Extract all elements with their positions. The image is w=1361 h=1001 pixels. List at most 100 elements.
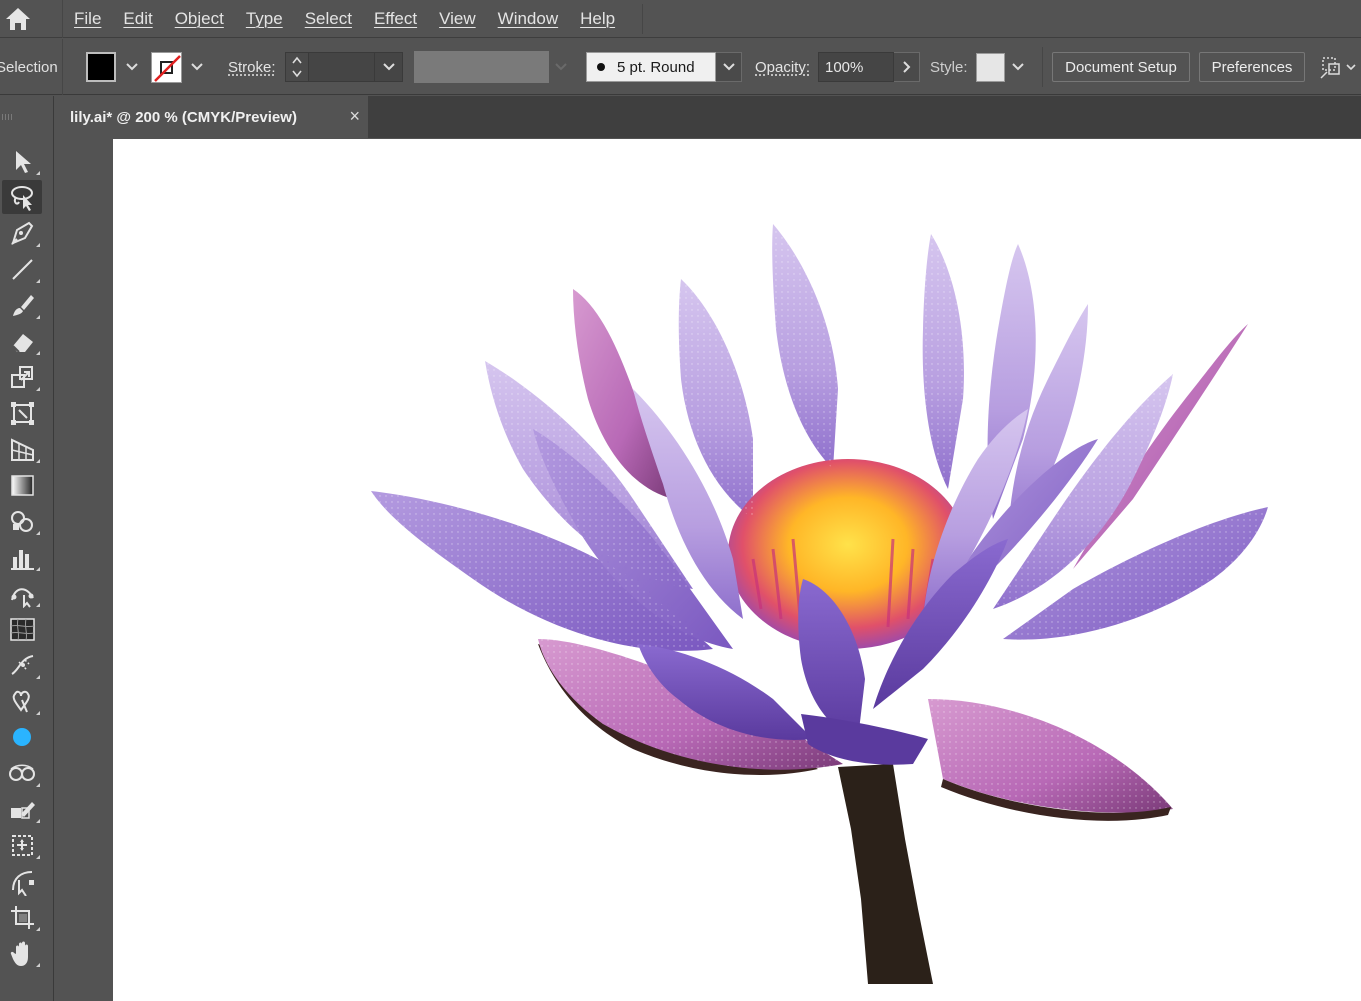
tool-flyout-indicator: [36, 855, 40, 859]
curvature-tool-button[interactable]: [2, 576, 42, 610]
width-tool-button[interactable]: [2, 648, 42, 682]
control-bar: Selection Stroke: 5 pt. Round Opacity: 1…: [0, 39, 1361, 95]
menu-window[interactable]: Window: [487, 0, 569, 38]
mesh-tool-button[interactable]: [2, 612, 42, 646]
style-control: [976, 39, 1031, 95]
column-graph-tool-icon: [11, 550, 34, 570]
pen-tool-button[interactable]: [2, 216, 42, 250]
perspective-grid-tool-icon: [11, 438, 34, 461]
menu-bar: File Edit Object Type Select Effect View…: [0, 0, 1361, 38]
stroke-weight-field[interactable]: [309, 52, 375, 82]
tool-flyout-indicator: [36, 603, 40, 607]
width-tool-icon: [11, 655, 34, 675]
brush-label: 5 pt. Round: [617, 58, 695, 76]
free-transform-tool-icon: [11, 402, 34, 425]
color-circle-icon: [13, 728, 31, 746]
opacity-label[interactable]: Opacity:: [755, 39, 810, 95]
stroke-weight-chevron-down-icon[interactable]: [375, 52, 403, 82]
style-chevron-down-icon[interactable]: [1005, 52, 1031, 82]
selection-mode-text: Selection: [0, 58, 58, 76]
opacity-field[interactable]: 100%: [818, 52, 894, 82]
preferences-button[interactable]: Preferences: [1199, 52, 1305, 82]
brush-definition: 5 pt. Round: [586, 39, 742, 95]
home-icon[interactable]: [0, 0, 36, 38]
free-transform-tool-button[interactable]: [2, 396, 42, 430]
stroke-weight-control: [285, 39, 403, 95]
close-icon[interactable]: ×: [349, 106, 360, 127]
tool-flyout-indicator: [36, 711, 40, 715]
fill-dropdown-chevron-down-icon[interactable]: [120, 52, 144, 82]
width-profile-chevron-down-icon: [549, 51, 573, 83]
artboard-tool-button[interactable]: [2, 828, 42, 862]
hand-tool-button[interactable]: [2, 936, 42, 970]
document-setup-button[interactable]: Document Setup: [1052, 52, 1190, 82]
menu-items: File Edit Object Type Select Effect View…: [62, 0, 626, 38]
water-lily-artwork[interactable]: [113, 139, 1361, 1001]
paintbrush-tool-icon: [13, 295, 34, 316]
lasso-tool-button[interactable]: [2, 180, 42, 214]
eraser-tool-button[interactable]: [2, 324, 42, 358]
stem: [838, 764, 933, 984]
stroke-label[interactable]: Stroke:: [228, 39, 276, 95]
artboard[interactable]: [113, 139, 1361, 1001]
eraser-tool-icon: [12, 334, 33, 353]
brush-chevron-down-icon[interactable]: [716, 52, 742, 82]
menu-type[interactable]: Type: [235, 0, 294, 38]
tool-flyout-indicator: [36, 315, 40, 319]
stroke-weight-stepper[interactable]: [285, 52, 309, 82]
toolbar-grip[interactable]: [2, 114, 14, 120]
brush-field[interactable]: 5 pt. Round: [586, 52, 716, 82]
document-tab[interactable]: lily.ai* @ 200 % (CMYK/Preview) ×: [55, 96, 368, 138]
document-setup-group: Document Setup: [1052, 39, 1190, 95]
column-graph-tool-button[interactable]: [2, 540, 42, 574]
opacity-control: 100%: [818, 39, 920, 95]
tool-flyout-indicator: [36, 243, 40, 247]
menu-view[interactable]: View: [428, 0, 487, 38]
blend-tool-button[interactable]: [2, 756, 42, 790]
align-transform-icon[interactable]: [1318, 53, 1346, 81]
document-tab-title: lily.ai* @ 200 % (CMYK/Preview): [70, 108, 297, 126]
rotate-view-tool-button[interactable]: [2, 864, 42, 898]
symbol-sprayer-tool-button[interactable]: [2, 684, 42, 718]
no-stroke-icon: [154, 54, 181, 82]
style-label-text: Style:: [930, 58, 968, 76]
fill-swatch-group: [86, 39, 144, 95]
stroke-swatch[interactable]: [151, 51, 182, 83]
perspective-grid-tool-button[interactable]: [2, 432, 42, 466]
menu-select[interactable]: Select: [294, 0, 363, 38]
scale-tool-button[interactable]: [2, 360, 42, 394]
menu-edit[interactable]: Edit: [112, 0, 163, 38]
menu-effect[interactable]: Effect: [363, 0, 428, 38]
graphic-style-swatch[interactable]: [976, 52, 1005, 82]
gradient-tool-icon: [11, 475, 34, 496]
paintbrush-tool-button[interactable]: [2, 288, 42, 322]
opacity-chevron-right-icon[interactable]: [894, 52, 920, 82]
tool-flyout-indicator: [36, 531, 40, 535]
lasso-tool-icon: [11, 186, 33, 211]
line-tool-button[interactable]: [2, 252, 42, 286]
mesh-tool-icon: [10, 618, 35, 641]
crop-tool-button[interactable]: [2, 900, 42, 934]
live-paint-tool-button[interactable]: [2, 792, 42, 826]
brush-dot-icon: [597, 63, 605, 71]
menu-help[interactable]: Help: [569, 0, 626, 38]
stroke-swatch-group: [151, 39, 209, 95]
shape-builder-tool-button[interactable]: [2, 504, 42, 538]
color-circle-button[interactable]: [2, 720, 42, 754]
tool-flyout-indicator: [36, 387, 40, 391]
stroke-dropdown-chevron-down-icon[interactable]: [185, 52, 209, 82]
menu-object[interactable]: Object: [164, 0, 235, 38]
tool-flyout-indicator: [36, 351, 40, 355]
crop-tool-icon: [11, 906, 34, 929]
tool-flyout-indicator: [36, 675, 40, 679]
blend-tool-icon: [9, 764, 35, 781]
arrange-documents-group: [1318, 39, 1360, 95]
menu-file[interactable]: File: [63, 0, 112, 38]
fill-swatch[interactable]: [86, 52, 116, 82]
gradient-tool-button[interactable]: [2, 468, 42, 502]
selection-tool-button[interactable]: [2, 144, 42, 178]
panel-menu-chevron-down-icon[interactable]: [1346, 53, 1360, 81]
curvature-tool-icon: [11, 588, 34, 608]
live-paint-tool-icon: [11, 802, 35, 819]
tool-flyout-indicator: [36, 783, 40, 787]
